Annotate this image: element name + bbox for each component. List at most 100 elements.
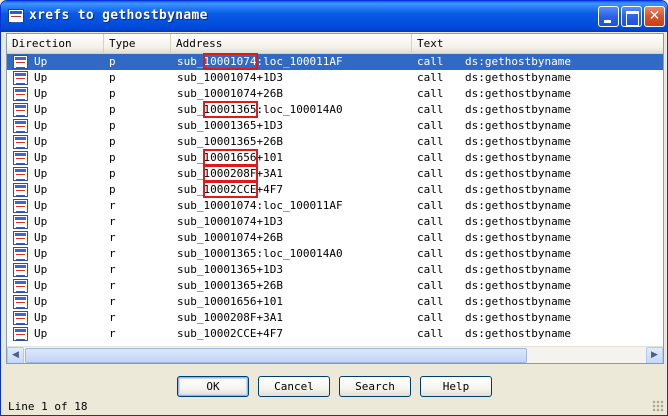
xref-icon (13, 199, 28, 213)
close-button[interactable]: ✕ (644, 6, 665, 27)
cell-instruction: call (417, 279, 444, 292)
cell-address: sub_10001074+1D3 (177, 70, 283, 86)
table-row[interactable]: Up r sub_1000208F+3A1 call ds:gethostbyname (7, 310, 663, 326)
cell-type: p (109, 71, 116, 84)
address-prefix: sub_10001074+26B (177, 231, 283, 244)
cell-address: sub_10001074:loc_100011AF (177, 198, 343, 214)
cell-address: sub_10001365+1D3 (177, 118, 283, 134)
maximize-button[interactable] (621, 6, 642, 27)
cell-operand: ds:gethostbyname (465, 199, 571, 212)
cell-instruction: call (417, 151, 444, 164)
column-header-direction[interactable]: Direction (7, 34, 104, 53)
xref-icon (13, 87, 28, 101)
address-prefix: sub_ (177, 151, 204, 164)
address-prefix: sub_10001365+26B (177, 135, 283, 148)
cell-type: p (109, 151, 116, 164)
cell-operand: ds:gethostbyname (465, 215, 571, 228)
cell-address: sub_10002CCE+4F7 (177, 181, 283, 198)
column-header-type[interactable]: Type (104, 34, 171, 53)
address-suffix: +3A1 (256, 167, 283, 180)
cell-address: sub_10001365:loc_100014A0 (177, 246, 343, 262)
xref-icon (13, 167, 28, 181)
table-row[interactable]: Up p sub_10001074+26B call ds:gethostbyname (7, 86, 663, 102)
cell-address: sub_10001365+26B (177, 134, 283, 150)
table-row[interactable]: Up r sub_10001074+1D3 call ds:gethostbyname (7, 214, 663, 230)
cancel-button[interactable]: Cancel (258, 376, 330, 397)
scroll-left-button[interactable]: ◀ (7, 347, 24, 363)
cell-type: r (109, 295, 116, 308)
xref-icon (13, 279, 28, 293)
address-prefix: sub_10001365+1D3 (177, 119, 283, 132)
cell-instruction: call (417, 311, 444, 324)
cell-operand: ds:gethostbyname (465, 119, 571, 132)
highlighted-address-text: 10001656 (203, 151, 257, 164)
cell-address: sub_10001074+1D3 (177, 214, 283, 230)
cell-type: r (109, 215, 116, 228)
ok-button[interactable]: OK (177, 376, 249, 397)
table-row[interactable]: Up p sub_10001074+1D3 call ds:gethostbyname (7, 70, 663, 86)
table-row[interactable]: Up r sub_10001365:loc_100014A0 call ds:getho… (7, 246, 663, 262)
address-prefix: sub_10001656+101 (177, 295, 283, 308)
address-prefix: sub_10001074+1D3 (177, 215, 283, 228)
address-prefix: sub_10001074+26B (177, 87, 283, 100)
column-header-address[interactable]: Address (171, 34, 412, 53)
table-row[interactable]: Up p sub_1000208F +3A1 call ds:gethostbyname (7, 165, 663, 182)
cell-operand: ds:gethostbyname (465, 247, 571, 260)
cell-instruction: call (417, 167, 444, 180)
search-button[interactable]: Search (339, 376, 411, 397)
arrow-right-icon: ▶ (651, 350, 658, 360)
title-bar[interactable]: xrefs to gethostbyname ✕ (1, 1, 667, 32)
scroll-thumb[interactable] (25, 348, 527, 363)
address-prefix: sub_ (177, 167, 204, 180)
minimize-button[interactable] (598, 6, 619, 27)
table-row[interactable]: Up r sub_10001656+101 call ds:gethostbyname (7, 294, 663, 310)
cell-type: p (109, 135, 116, 148)
cell-instruction: call (417, 135, 444, 148)
table-row[interactable]: Up r sub_10001074:loc_100011AF call ds:getho… (7, 198, 663, 214)
help-button[interactable]: Help (420, 376, 492, 397)
resize-grip[interactable] (652, 400, 664, 412)
xref-icon (13, 327, 28, 341)
xrefs-list[interactable]: Direction Type Address Text Up p sub_10001… (6, 33, 664, 364)
cell-instruction: call (417, 103, 444, 116)
cell-instruction: call (417, 263, 444, 276)
address-prefix: sub_10001074+1D3 (177, 71, 283, 84)
cell-instruction: call (417, 215, 444, 228)
window-icon (8, 9, 24, 23)
cell-address: sub_10002CCE+4F7 (177, 326, 283, 342)
cell-instruction: call (417, 327, 444, 340)
table-row[interactable]: Up p sub_10001656 +101 call ds:gethostbyname (7, 149, 663, 166)
cell-type: r (109, 199, 116, 212)
close-icon: ✕ (648, 8, 661, 24)
status-text: Line 1 of 18 (8, 400, 88, 413)
horizontal-scrollbar[interactable]: ◀ ▶ (7, 346, 663, 363)
cell-instruction: call (417, 231, 444, 244)
column-header-text[interactable]: Text (412, 34, 663, 53)
table-row[interactable]: Up p sub_10001365+1D3 call ds:gethostbyname (7, 118, 663, 134)
table-row[interactable]: Up p sub_10001074:loc_100011AF call ds:getho… (7, 53, 663, 70)
cell-type: r (109, 231, 116, 244)
cell-operand: ds:gethostbyname (465, 327, 571, 340)
table-row[interactable]: Up r sub_10002CCE+4F7 call ds:gethostbyname (7, 326, 663, 342)
cell-operand: ds:gethostbyname (465, 151, 571, 164)
cell-operand: ds:gethostbyname (465, 71, 571, 84)
table-row[interactable]: Up r sub_10001365+26B call ds:gethostbyname (7, 278, 663, 294)
highlighted-address: 10002CCE (202, 181, 259, 198)
table-row[interactable]: Up p sub_10001365:loc_100014A0 call ds:getho… (7, 101, 663, 118)
cell-direction: Up (34, 327, 48, 340)
cell-operand: ds:gethostbyname (465, 87, 571, 100)
address-prefix: sub_10001365+1D3 (177, 263, 283, 276)
cell-address: sub_1000208F+3A1 (177, 310, 283, 326)
cell-type: r (109, 247, 116, 260)
xref-icon (13, 119, 28, 133)
table-row[interactable]: Up r sub_10001074+26B call ds:gethostbyname (7, 230, 663, 246)
cell-direction: Up (34, 263, 48, 276)
table-row[interactable]: Up p sub_10001365+26B call ds:gethostbyname (7, 134, 663, 150)
table-row[interactable]: Up p sub_10002CCE +4F7 call ds:gethostbyname (7, 181, 663, 198)
table-row[interactable]: Up r sub_10001365+1D3 call ds:gethostbyname (7, 262, 663, 278)
cell-instruction: call (417, 199, 444, 212)
cell-address: sub_1000208F+3A1 (177, 165, 283, 182)
cell-address: sub_10001365:loc_100014A0 (177, 101, 343, 118)
highlighted-address-text: 1000208F (203, 167, 257, 180)
scroll-right-button[interactable]: ▶ (646, 347, 663, 363)
